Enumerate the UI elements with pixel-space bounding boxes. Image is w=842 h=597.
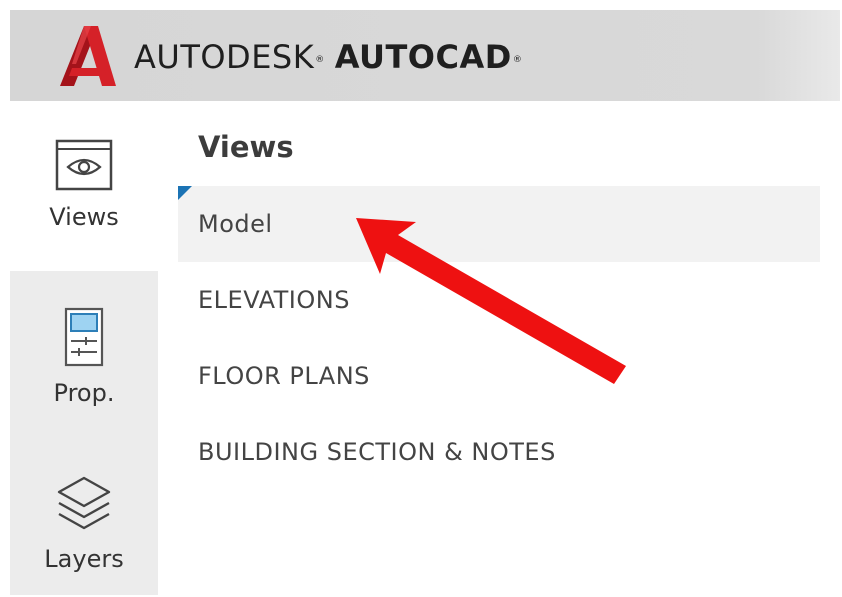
view-item-building-section-notes[interactable]: BUILDING SECTION & NOTES bbox=[178, 414, 820, 490]
autocad-logo-icon bbox=[60, 26, 116, 86]
properties-icon bbox=[64, 307, 104, 367]
selection-marker bbox=[178, 186, 192, 200]
sidebar-item-label: Views bbox=[49, 203, 119, 231]
brand-autodesk: AUTODESK bbox=[134, 38, 315, 76]
trademark-mark: ® bbox=[512, 55, 523, 65]
sidebar-item-label: Prop. bbox=[53, 379, 115, 407]
brand-autocad: AUTOCAD bbox=[334, 38, 512, 76]
layers-icon bbox=[57, 476, 111, 530]
sidebar-item-label: Layers bbox=[44, 545, 124, 573]
panel-title: Views bbox=[198, 130, 294, 164]
annotation-arrow-icon bbox=[356, 218, 626, 384]
brand-name: AUTODESK® AUTOCAD® bbox=[134, 38, 522, 76]
eye-icon bbox=[55, 139, 113, 191]
app-header: AUTODESK® AUTOCAD® bbox=[10, 10, 840, 101]
trademark-mark: ® bbox=[315, 55, 325, 65]
sidebar-item-views[interactable]: Views bbox=[10, 101, 158, 271]
sidebar-item-properties[interactable]: Prop. bbox=[10, 271, 158, 441]
sidebar-item-layers[interactable]: Layers bbox=[10, 441, 158, 595]
